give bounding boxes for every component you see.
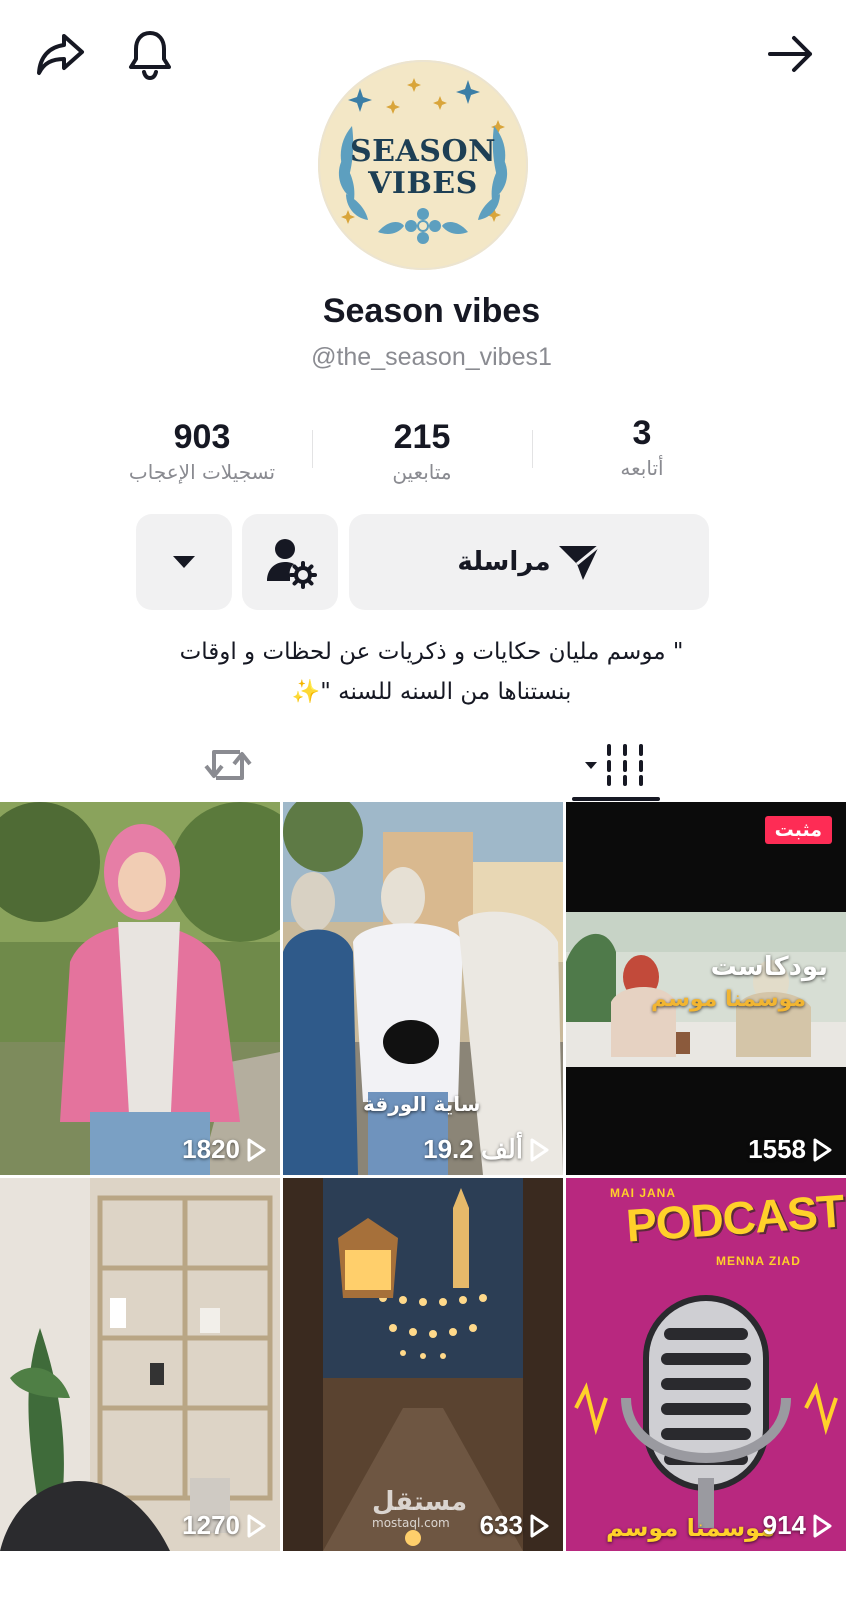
likes-stat[interactable]: 903 تسجيلات الإعجاب — [92, 417, 312, 487]
view-count-text: 1558 — [748, 1134, 806, 1164]
followers-count: 215 — [393, 418, 451, 456]
message-button-label: مراسلة — [457, 547, 551, 577]
view-count: 1820 — [14, 1134, 266, 1165]
following-count: 3 — [632, 414, 652, 452]
watermark: مستقل mostaql.com — [372, 1488, 467, 1530]
video-overlay-text: ساية الورقة — [363, 1092, 481, 1116]
play-icon — [530, 1514, 549, 1537]
following-label: أتابعه — [620, 456, 664, 480]
display-name: Season vibes — [322, 292, 541, 330]
video-overlay-subtitle: موسمنا موسم — [651, 987, 806, 1012]
send-icon — [558, 544, 600, 580]
play-icon — [530, 1138, 549, 1161]
play-icon — [247, 1514, 266, 1537]
watermark-arabic: مستقل — [372, 1487, 468, 1517]
logo-text-line1: SEASON — [349, 134, 497, 169]
view-count: 19.2 ألف — [297, 1134, 549, 1165]
pinned-badge: مثبت — [764, 816, 832, 844]
share-icon[interactable] — [28, 22, 92, 86]
bio: " موسم مليان حكايات و ذكريات عن لحظات و … — [60, 632, 803, 712]
message-button[interactable]: مراسلة — [349, 514, 709, 610]
following-stat[interactable]: 3 أتابعه — [532, 413, 752, 483]
watermark-latin: mostaql.com — [372, 1516, 450, 1530]
tab-reposts[interactable] — [148, 730, 308, 800]
username-handle: @the_season_vibes1 — [311, 343, 552, 371]
avatar[interactable]: SEASON VIBES — [318, 60, 528, 270]
active-tab-indicator — [572, 797, 660, 801]
view-count: 914 — [580, 1510, 832, 1541]
video-image — [0, 1178, 280, 1551]
followers-stat[interactable]: 215 متابعين — [312, 417, 532, 487]
video-thumbnail[interactable]: 1820 — [0, 802, 280, 1175]
video-grid: 1820 ساية الورقة 19.2 ألف مثبت بودكاست م… — [0, 802, 863, 1562]
repost-icon — [204, 750, 252, 780]
bell-icon[interactable] — [118, 22, 182, 86]
videos-grid-icon — [585, 744, 643, 786]
play-icon — [247, 1138, 266, 1161]
followers-label: متابعين — [392, 460, 452, 484]
video-thumbnail[interactable]: مثبت بودكاست موسمنا موسم 1558 — [566, 802, 846, 1175]
caret-down-icon — [173, 556, 195, 568]
view-count: 1558 — [580, 1134, 832, 1165]
forward-arrow-icon[interactable] — [758, 22, 822, 86]
video-thumbnail[interactable]: ساية الورقة 19.2 ألف — [283, 802, 563, 1175]
video-thumbnail[interactable]: 1270 — [0, 1178, 280, 1551]
view-count-text: 914 — [762, 1510, 806, 1540]
podcast-guest-tag: MENNA ZIAD — [716, 1254, 801, 1268]
view-count-text: 1820 — [182, 1134, 240, 1164]
video-thumbnail[interactable]: MAI JANA PODCAST MENNA ZIAD موسمنا موسم … — [566, 1178, 846, 1551]
view-count-text: 19.2 ألف — [423, 1134, 523, 1164]
friend-settings-button[interactable] — [242, 514, 338, 610]
view-count: 1270 — [14, 1510, 266, 1541]
view-count-text: 633 — [479, 1510, 523, 1540]
video-image — [283, 802, 563, 1175]
likes-label: تسجيلات الإعجاب — [128, 460, 276, 484]
user-gear-icon — [267, 539, 317, 589]
play-icon — [813, 1138, 832, 1161]
play-icon — [813, 1514, 832, 1537]
more-options-button[interactable] — [136, 514, 232, 610]
video-image — [0, 802, 280, 1175]
likes-count: 903 — [173, 418, 231, 456]
logo-text-line2: VIBES — [368, 166, 478, 201]
bio-line-2: بنستناها من السنه للسنه "✨ — [291, 679, 572, 705]
view-count-text: 1270 — [182, 1510, 240, 1540]
video-overlay-title: بودكاست — [710, 952, 828, 982]
bio-line-1: " موسم مليان حكايات و ذكريات عن لحظات و … — [179, 639, 684, 665]
tab-videos[interactable] — [536, 730, 696, 800]
